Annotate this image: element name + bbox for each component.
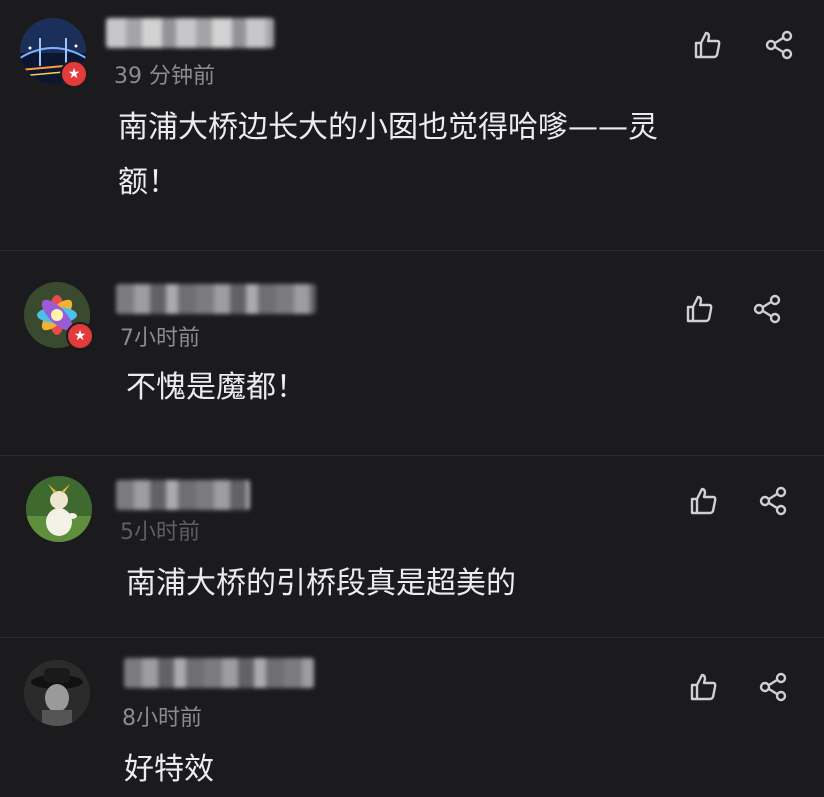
username-blurred[interactable]	[124, 658, 314, 688]
comment-time: 7小时前	[120, 326, 200, 351]
comment-text-line: 南浦大桥边长大的小囡也觉得哈嗲——灵	[118, 110, 658, 145]
verified-badge-icon: ★	[60, 60, 88, 88]
divider	[0, 637, 824, 638]
like-button[interactable]	[682, 292, 716, 326]
username-blurred[interactable]	[106, 18, 274, 48]
username-blurred[interactable]	[116, 480, 250, 510]
comment-text: 南浦大桥边长大的小囡也觉得哈嗲——灵 额！	[118, 100, 758, 210]
comment-text: 不愧是魔都！	[126, 370, 306, 405]
divider	[0, 250, 824, 251]
comment-time: 39 分钟前	[114, 64, 215, 89]
share-button[interactable]	[762, 28, 796, 62]
username-blurred[interactable]	[116, 284, 316, 314]
like-button[interactable]	[686, 670, 720, 704]
comment-item: ★ 39 分钟前 南浦大桥边长大的小囡也觉得哈嗲——灵 额！	[0, 0, 824, 245]
share-button[interactable]	[756, 670, 790, 704]
share-icon	[759, 486, 787, 516]
avatar[interactable]	[26, 476, 92, 542]
like-button[interactable]	[686, 484, 720, 518]
comment-text-line: 额！	[118, 165, 178, 200]
divider	[0, 455, 824, 456]
thumbs-up-icon	[690, 487, 717, 515]
comment-time: 5小时前	[120, 520, 200, 545]
verified-badge-icon: ★	[66, 322, 94, 350]
share-icon	[759, 672, 787, 702]
share-icon	[753, 294, 781, 324]
share-button[interactable]	[756, 484, 790, 518]
comment-text: 南浦大桥的引桥段真是超美的	[126, 566, 516, 601]
comment-item: ★ 7小时前 不愧是魔都！	[0, 262, 824, 452]
comment-text: 好特效	[124, 752, 214, 787]
comment-time: 8小时前	[122, 706, 202, 731]
hat-person-avatar-image	[24, 660, 90, 726]
comment-item: 5小时前 南浦大桥的引桥段真是超美的	[0, 462, 824, 637]
thumbs-up-icon	[686, 295, 713, 323]
comment-item: 8小时前 好特效	[0, 646, 824, 795]
thumbs-up-icon	[690, 673, 717, 701]
cartoon-figure-avatar-image	[26, 476, 92, 542]
share-button[interactable]	[750, 292, 784, 326]
like-button[interactable]	[690, 28, 724, 62]
thumbs-up-icon	[694, 31, 721, 59]
share-icon	[765, 30, 793, 60]
avatar[interactable]	[24, 660, 90, 726]
